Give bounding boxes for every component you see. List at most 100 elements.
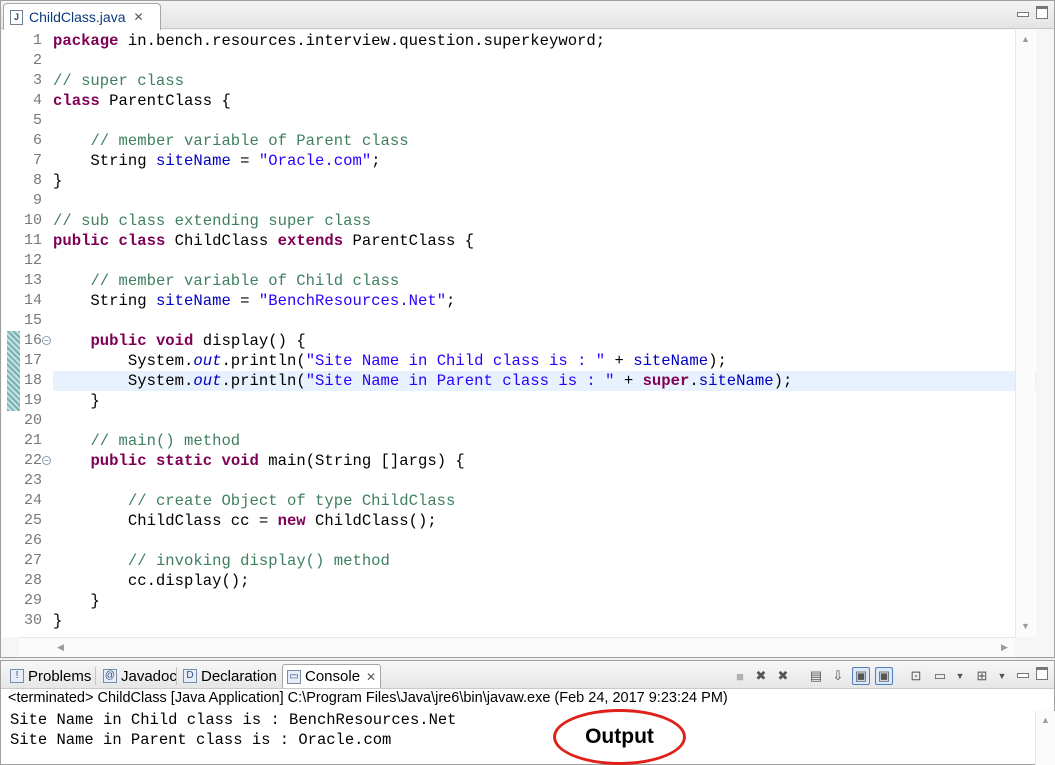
code-token: static bbox=[155, 452, 213, 470]
tab-label: Declaration bbox=[201, 667, 277, 685]
code-line[interactable]: // sub class extending super class bbox=[53, 211, 1036, 231]
maximize-icon[interactable] bbox=[1035, 668, 1048, 679]
fold-toggle-icon[interactable]: − bbox=[42, 336, 51, 345]
minimize-icon[interactable] bbox=[1016, 668, 1029, 679]
scroll-down-icon[interactable]: ▼ bbox=[1021, 621, 1030, 631]
code-line[interactable]: class ParentClass { bbox=[53, 91, 1036, 111]
code-token: = bbox=[230, 292, 259, 310]
code-line[interactable]: } bbox=[53, 171, 1036, 191]
minimize-icon[interactable] bbox=[1016, 7, 1029, 18]
close-icon[interactable]: ✕ bbox=[366, 670, 376, 684]
code-token: .println( bbox=[221, 352, 306, 370]
code-token: class bbox=[53, 92, 100, 110]
code-line[interactable]: } bbox=[53, 611, 1036, 631]
editor-tab-label: ChildClass.java bbox=[29, 9, 126, 25]
code-line[interactable] bbox=[53, 311, 1036, 331]
line-number: 18 bbox=[23, 372, 42, 389]
code-line[interactable]: package in.bench.resources.interview.que… bbox=[53, 31, 1036, 51]
code-line[interactable] bbox=[53, 51, 1036, 71]
code-token: out bbox=[193, 352, 222, 370]
code-line[interactable]: public class ChildClass extends ParentCl… bbox=[53, 231, 1036, 251]
code-token: // create Object of type ChildClass bbox=[127, 492, 456, 510]
code-line[interactable] bbox=[53, 471, 1036, 491]
clear-console-icon[interactable]: ▤ bbox=[807, 667, 825, 685]
scroll-right-icon[interactable]: ▶ bbox=[1001, 642, 1008, 653]
view-menu-icon[interactable]: ▼ bbox=[993, 667, 1011, 685]
scroll-up-icon[interactable]: ▲ bbox=[1021, 34, 1030, 44]
line-number: 22 bbox=[23, 452, 42, 469]
code-line[interactable]: public static void main(String []args) { bbox=[53, 451, 1036, 471]
console-vertical-scrollbar[interactable]: ▲ bbox=[1035, 711, 1055, 765]
code-line[interactable]: } bbox=[53, 591, 1036, 611]
show-on-stderr-icon[interactable]: ▣ bbox=[875, 667, 893, 685]
editor-horizontal-scrollbar[interactable]: ◀ ▶ bbox=[19, 637, 1015, 657]
code-token: String bbox=[53, 152, 156, 170]
tab-declaration[interactable]: D Declaration bbox=[179, 664, 281, 688]
code-token: main(String []args) { bbox=[258, 452, 465, 470]
code-token: siteName bbox=[155, 292, 231, 310]
line-number: 12 bbox=[23, 252, 42, 269]
remove-all-terminated-icon[interactable]: ✖ bbox=[774, 667, 792, 685]
code-line[interactable]: // member variable of Child class bbox=[53, 271, 1036, 291]
console-output-line[interactable]: Site Name in Child class is : BenchResou… bbox=[10, 711, 456, 729]
code-line[interactable]: // member variable of Parent class bbox=[53, 131, 1036, 151]
code-token: siteName bbox=[633, 352, 709, 370]
code-line[interactable]: ChildClass cc = new ChildClass(); bbox=[53, 511, 1036, 531]
code-line[interactable]: cc.display(); bbox=[53, 571, 1036, 591]
scroll-lock-icon[interactable]: ⇩ bbox=[829, 667, 847, 685]
tab-console[interactable]: ▭ Console ✕ bbox=[282, 664, 382, 688]
display-selected-console-icon[interactable]: ▭ bbox=[931, 667, 949, 685]
code-line[interactable]: String siteName = "Oracle.com"; bbox=[53, 151, 1036, 171]
code-line[interactable]: public void display() { bbox=[53, 331, 1036, 351]
scroll-left-icon[interactable]: ◀ bbox=[57, 642, 64, 653]
code-line[interactable]: // super class bbox=[53, 71, 1036, 91]
maximize-icon[interactable] bbox=[1035, 7, 1048, 18]
terminate-icon[interactable]: ■ bbox=[731, 667, 749, 685]
code-token: void bbox=[221, 452, 259, 470]
show-on-stdout-icon[interactable]: ▣ bbox=[852, 667, 870, 685]
code-line[interactable]: // main() method bbox=[53, 431, 1036, 451]
line-number: 11 bbox=[23, 232, 42, 249]
code-token: = bbox=[230, 152, 259, 170]
scroll-up-icon[interactable]: ▲ bbox=[1041, 715, 1050, 725]
code-token: // invoking display() method bbox=[127, 552, 390, 570]
code-line[interactable]: // create Object of type ChildClass bbox=[53, 491, 1036, 511]
line-number: 3 bbox=[32, 72, 42, 89]
code-token: } bbox=[53, 392, 100, 410]
java-file-icon: J bbox=[10, 9, 23, 25]
code-line[interactable] bbox=[53, 251, 1036, 271]
code-line[interactable] bbox=[53, 111, 1036, 131]
code-line[interactable]: } bbox=[53, 391, 1036, 411]
code-line[interactable]: String siteName = "BenchResources.Net"; bbox=[53, 291, 1036, 311]
tab-problems[interactable]: ! Problems bbox=[6, 664, 95, 688]
output-annotation: Output bbox=[553, 709, 686, 765]
remove-launch-icon[interactable]: ✖ bbox=[752, 667, 770, 685]
line-number: 20 bbox=[23, 412, 42, 429]
code-token: ); bbox=[773, 372, 793, 390]
editor-tab-childclass[interactable]: J ChildClass.java ✕ bbox=[3, 3, 161, 30]
tab-javadoc[interactable]: @ Javadoc bbox=[99, 664, 181, 688]
open-console-icon[interactable]: ⊞ bbox=[973, 667, 991, 685]
code-line[interactable]: System.out.println("Site Name in Parent … bbox=[53, 371, 1036, 391]
pin-console-icon[interactable]: ⊡ bbox=[907, 667, 925, 685]
code-token: String bbox=[53, 292, 156, 310]
line-number: 10 bbox=[23, 212, 42, 229]
code-token: System. bbox=[53, 372, 194, 390]
console-output-line[interactable]: Site Name in Parent class is : Oracle.co… bbox=[10, 731, 391, 749]
code-line[interactable]: // invoking display() method bbox=[53, 551, 1036, 571]
close-icon[interactable]: ✕ bbox=[133, 10, 143, 24]
code-line[interactable] bbox=[53, 191, 1036, 211]
code-token: ParentClass { bbox=[343, 232, 475, 250]
editor-vertical-scrollbar[interactable]: ▲ ▼ bbox=[1015, 30, 1035, 637]
chevron-down-icon[interactable]: ▼ bbox=[951, 667, 969, 685]
line-number: 23 bbox=[23, 472, 42, 489]
code-token: public bbox=[90, 452, 147, 470]
code-line[interactable] bbox=[53, 411, 1036, 431]
fold-toggle-icon[interactable]: − bbox=[42, 456, 51, 465]
code-line[interactable] bbox=[53, 531, 1036, 551]
code-editor[interactable]: 1 package in.bench.resources.interview.qu… bbox=[2, 30, 1036, 637]
code-line[interactable]: System.out.println("Site Name in Child c… bbox=[53, 351, 1036, 371]
